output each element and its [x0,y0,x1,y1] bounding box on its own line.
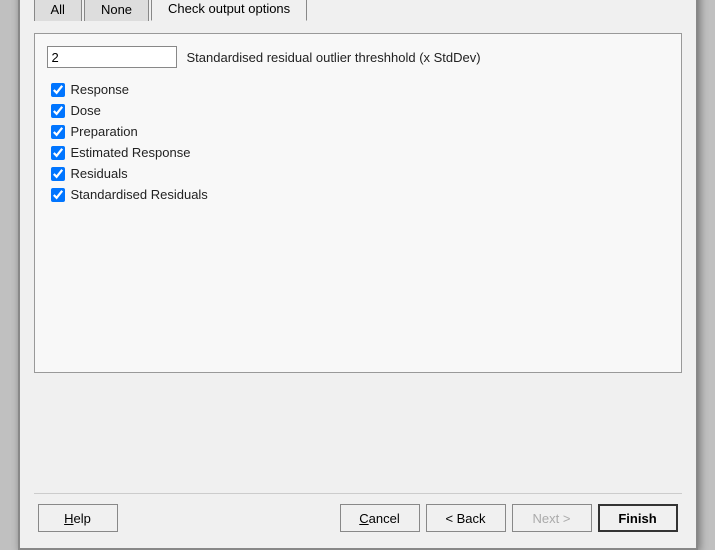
label-dose: Dose [71,103,101,118]
checkbox-preparation[interactable] [51,125,65,139]
tab-none[interactable]: None [84,0,149,21]
checkbox-estimated-response[interactable] [51,146,65,160]
checkbox-row-dose: Dose [51,103,669,118]
checkbox-row-estimated-response: Estimated Response [51,145,669,160]
threshold-input[interactable] [47,46,177,68]
finish-button[interactable]: Finish [598,504,678,532]
label-standardised-residuals: Standardised Residuals [71,187,208,202]
cancel-button[interactable]: Cancel [340,504,420,532]
checkbox-row-residuals: Residuals [51,166,669,181]
main-area: Standardised residual outlier threshhold… [34,33,682,373]
checkbox-residuals[interactable] [51,167,65,181]
threshold-row: Standardised residual outlier threshhold… [47,46,669,68]
checkbox-standardised-residuals[interactable] [51,188,65,202]
help-button[interactable]: Help [38,504,118,532]
checkbox-dose[interactable] [51,104,65,118]
button-row: Help Cancel < Back Next > Finish [34,493,682,538]
checkbox-row-preparation: Preparation [51,124,669,139]
threshold-label: Standardised residual outlier threshhold… [187,50,481,65]
content-area: All None Check output options Standardis… [20,0,696,548]
checkbox-row-standardised-residuals: Standardised Residuals [51,187,669,202]
tab-check-output[interactable]: Check output options [151,0,307,21]
tab-all[interactable]: All [34,0,82,21]
tabs-row: All None Check output options [34,0,682,21]
main-window: SR Slope Ratio Method: Step 3 ✕ All None… [18,0,698,550]
next-button[interactable]: Next > [512,504,592,532]
checkboxes-area: Response Dose Preparation Estimated Resp… [47,82,669,202]
back-button[interactable]: < Back [426,504,506,532]
label-preparation: Preparation [71,124,138,139]
checkbox-response[interactable] [51,83,65,97]
label-response: Response [71,82,130,97]
label-estimated-response: Estimated Response [71,145,191,160]
checkbox-row-response: Response [51,82,669,97]
label-residuals: Residuals [71,166,128,181]
